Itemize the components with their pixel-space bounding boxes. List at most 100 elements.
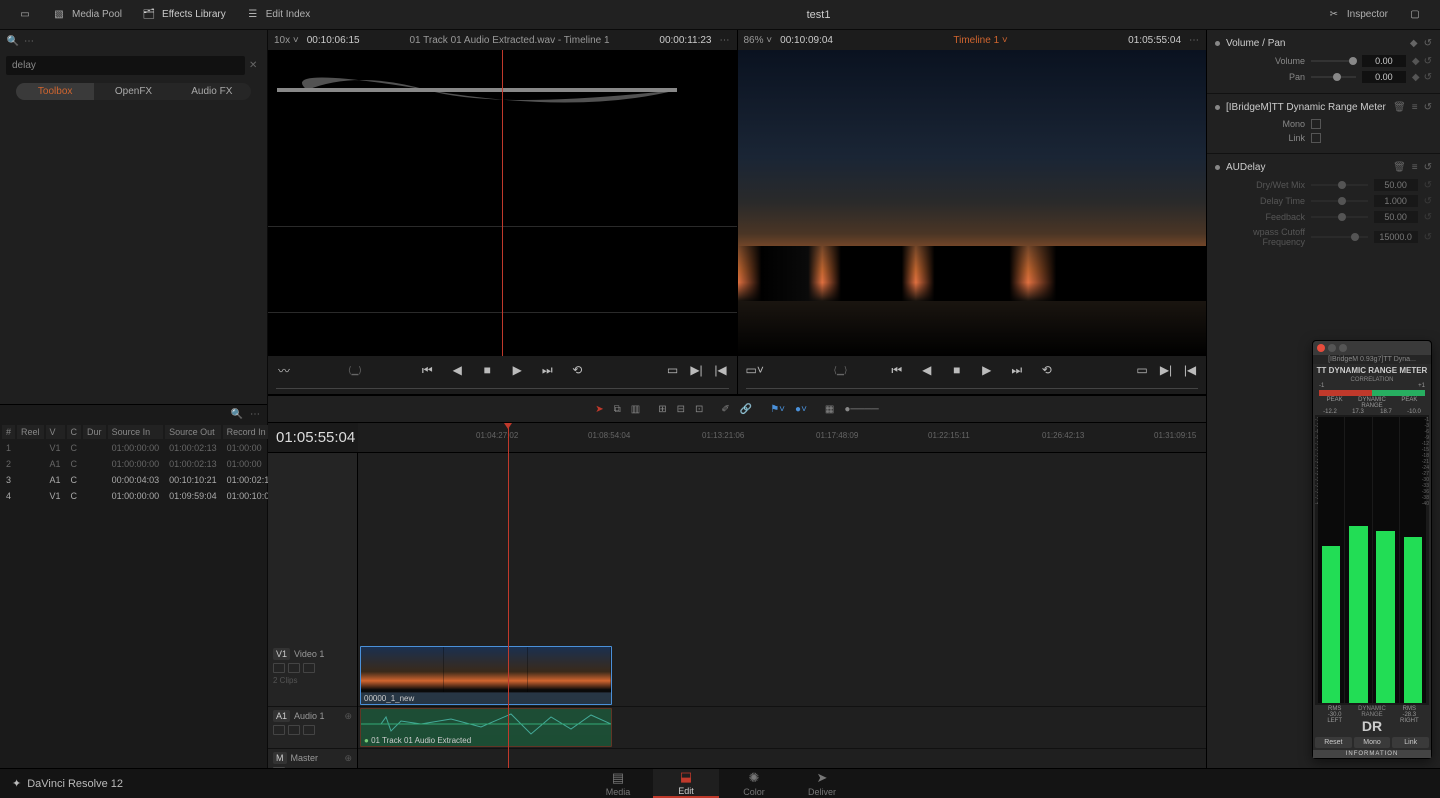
minimize-window-icon[interactable] (1328, 344, 1336, 352)
keyframe-icon[interactable]: ◆ (1410, 38, 1418, 49)
options-icon[interactable]: ⋯ (250, 409, 261, 420)
param-value[interactable]: 1.000 (1374, 195, 1418, 207)
first-frame-button[interactable]: ⏮ (419, 363, 435, 378)
program-scrubber[interactable] (738, 384, 1207, 394)
flag-dropdown[interactable]: ⚑˅ (770, 404, 785, 415)
close-window-icon[interactable] (1317, 344, 1325, 352)
tab-audiofx[interactable]: Audio FX (173, 83, 251, 100)
reset-icon[interactable]: ↺ (1424, 72, 1432, 83)
link-checkbox[interactable] (1311, 133, 1321, 143)
delay-slider[interactable] (1311, 200, 1368, 202)
page-tab-deliver[interactable]: ➤Deliver (789, 769, 855, 798)
param-value[interactable]: 15000.0 (1374, 231, 1418, 243)
controls-icon[interactable]: ≡ (1412, 162, 1418, 173)
inspector-toggle[interactable]: ✂Inspector (1317, 4, 1398, 26)
expand-icon[interactable]: ▢ (1398, 4, 1432, 26)
loop-button[interactable]: ⟲ (1039, 363, 1055, 377)
media-pool-toggle[interactable]: ▧Media Pool (42, 4, 132, 26)
marker-dropdown[interactable]: ●˅ (795, 404, 807, 415)
trash-icon[interactable]: 🗑 (1393, 102, 1406, 113)
zoom-dropdown[interactable]: 86% ˅ (744, 35, 773, 46)
audio-clip[interactable]: ● 01 Track 01 Audio Extracted (360, 708, 612, 747)
table-row[interactable]: 2A1C01:00:00:0001:00:02:1301:00:00 (2, 457, 273, 471)
source-scrubber[interactable] (268, 384, 737, 394)
page-tab-media[interactable]: ▤Media (585, 769, 651, 798)
keyframe-icon[interactable]: ◆ (1412, 72, 1420, 83)
pan-slider[interactable] (1311, 76, 1356, 78)
clear-search-icon[interactable]: ✕ (249, 60, 261, 72)
workspace-menu-icon[interactable]: ▭ (8, 4, 42, 26)
controls-icon[interactable]: ≡ (1412, 102, 1418, 113)
link-button[interactable]: Link (1392, 737, 1429, 748)
dynamic-range-meter-window[interactable]: [IBridgeM 0.93g7]TT Dyna... TT DYNAMIC R… (1312, 340, 1432, 759)
audio-scrub-icon[interactable]: 〰 (276, 362, 292, 379)
table-row[interactable]: 3A1C00:00:04:0300:10:10:2101:00:02:1 (2, 473, 273, 487)
trash-icon[interactable]: 🗑 (1393, 162, 1406, 173)
timeline-playhead[interactable] (508, 423, 509, 781)
zoom-dropdown[interactable]: 10x ˅ (274, 35, 299, 46)
effects-library-toggle[interactable]: 🗂Effects Library (132, 4, 236, 26)
lock-icon[interactable] (288, 663, 300, 673)
tab-openfx[interactable]: OpenFX (94, 83, 172, 100)
razor-tool-icon[interactable]: ▥ (631, 404, 640, 415)
audio-track-1[interactable]: ● 01 Track 01 Audio Extracted (358, 707, 1206, 749)
mute-icon[interactable] (273, 725, 285, 735)
reset-icon[interactable]: ↺ (1424, 56, 1432, 67)
play-button[interactable]: ▶ (509, 363, 525, 377)
blade-icon[interactable]: ✐ (721, 404, 729, 415)
volume-value[interactable]: 0.00 (1362, 55, 1406, 67)
timeline-body[interactable]: 01:04:27:02 01:08:54:04 01:13:21:06 01:1… (358, 423, 1206, 781)
insert-clip-icon[interactable]: ⊞ (658, 404, 666, 415)
table-row[interactable]: 4V1C01:00:00:0001:09:59:0401:00:10:0 (2, 489, 273, 503)
viewer-options-icon[interactable]: ⋯ (720, 35, 731, 46)
prev-frame-button[interactable]: ◀ (449, 363, 465, 377)
inspector-section-header[interactable]: [IBridgeM]TT Dynamic Range Meter 🗑≡↺ (1215, 102, 1432, 113)
table-row[interactable]: 1V1C01:00:00:0001:00:02:1301:00:00 (2, 441, 273, 455)
information-button[interactable]: INFORMATION (1313, 750, 1431, 758)
volume-slider[interactable] (1311, 60, 1356, 62)
mono-checkbox[interactable] (1311, 119, 1321, 129)
search-icon[interactable]: 🔍 (230, 407, 244, 421)
zoom-slider[interactable]: ●──── (844, 404, 878, 415)
reset-button[interactable]: Reset (1315, 737, 1352, 748)
source-canvas[interactable] (268, 50, 737, 356)
track-header-v1[interactable]: V1Video 1 2 Clips (268, 645, 357, 707)
drywet-slider[interactable] (1311, 184, 1368, 186)
first-frame-button[interactable]: ⏮ (889, 363, 905, 378)
prev-frame-button[interactable]: ◀ (919, 363, 935, 377)
page-tab-edit[interactable]: ⬓Edit (653, 769, 719, 798)
inspector-section-header[interactable]: Volume / Pan ◆↺ (1215, 38, 1432, 49)
page-tab-color[interactable]: ✺Color (721, 769, 787, 798)
timeline-view-icon[interactable]: ▦ (825, 404, 834, 415)
timeline-ruler[interactable]: 01:04:27:02 01:08:54:04 01:13:21:06 01:1… (358, 423, 1206, 453)
reset-icon[interactable]: ↺ (1424, 162, 1432, 173)
stop-button[interactable]: ■ (949, 363, 965, 377)
overwrite-clip-icon[interactable]: ⊟ (677, 404, 685, 415)
selection-tool-icon[interactable]: ➤ (595, 404, 603, 415)
track-toggle-icon[interactable] (273, 663, 285, 673)
in-out-next-icon[interactable]: ▶| (689, 363, 705, 377)
inspector-section-header[interactable]: AUDelay 🗑≡↺ (1215, 162, 1432, 173)
pan-value[interactable]: 0.00 (1362, 71, 1406, 83)
next-frame-button[interactable]: ⏭ (539, 363, 555, 378)
reset-icon[interactable]: ↺ (1424, 38, 1432, 49)
replace-clip-icon[interactable]: ⊡ (695, 404, 703, 415)
tab-toolbox[interactable]: Toolbox (16, 83, 94, 100)
feedback-slider[interactable] (1311, 216, 1368, 218)
match-frame-icon[interactable]: ▭ (665, 363, 681, 377)
stop-button[interactable]: ■ (479, 363, 495, 377)
lock-icon[interactable] (288, 725, 300, 735)
param-value[interactable]: 50.00 (1374, 211, 1418, 223)
lopass-slider[interactable] (1311, 236, 1368, 238)
effects-search-input[interactable] (6, 56, 245, 75)
loop-button[interactable]: ⟲ (569, 363, 585, 377)
video-clip[interactable]: 00000_1_new (360, 646, 612, 705)
in-out-prev-icon[interactable]: |◀ (713, 363, 729, 377)
reset-icon[interactable]: ↺ (1424, 102, 1432, 113)
play-button[interactable]: ▶ (979, 363, 995, 377)
mono-button[interactable]: Mono (1354, 737, 1391, 748)
match-frame-icon[interactable]: ▭ (1134, 363, 1150, 377)
video-track-1[interactable]: 00000_1_new (358, 645, 1206, 707)
link-icon[interactable]: 🔗 (740, 404, 752, 415)
viewer-options-icon[interactable]: ⋯ (1189, 35, 1200, 46)
